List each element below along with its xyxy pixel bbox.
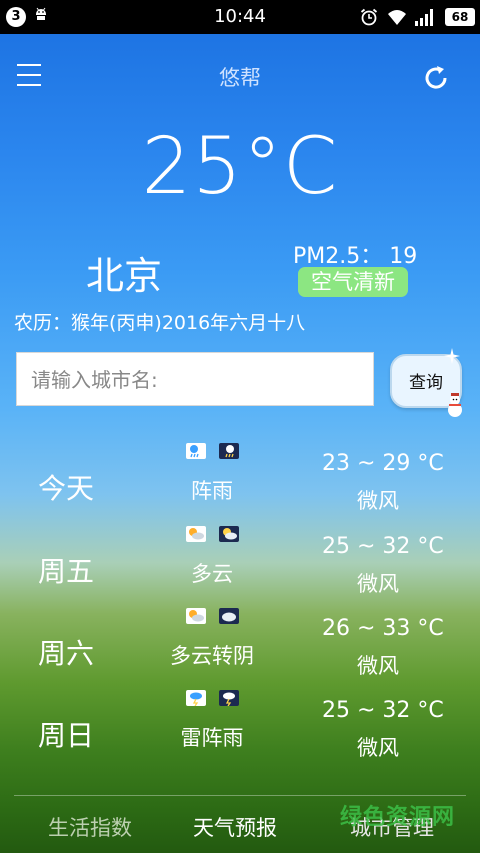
- forecast-day: 周日: [38, 719, 95, 752]
- app-title: 悠帮: [219, 66, 261, 90]
- forecast-wind: 微风: [357, 736, 399, 760]
- forecast-row-today: 今天 阵雨 23 ~ 29 °C 微风: [0, 443, 480, 525]
- forecast-row-fri: 周五 多云 25 ~ 32 °C 微风: [0, 526, 480, 608]
- battery-icon: 68: [445, 8, 475, 26]
- cloudy-icon: [186, 526, 206, 542]
- forecast-temp-range: 25 ~ 32 °C: [322, 698, 444, 723]
- thunderstorm-night-icon: [219, 690, 239, 706]
- forecast-day: 周六: [38, 637, 95, 670]
- sparkle-icon: [444, 348, 460, 364]
- forecast-row-sun: 周日 雷阵雨 25 ~ 32 °C 微风: [0, 690, 480, 772]
- shower-icon: [186, 443, 206, 459]
- bottom-nav-divider: [14, 795, 466, 796]
- lunar-date: 农历：猴年(丙申)2016年六月十八: [14, 312, 306, 334]
- forecast-condition: 阵雨: [191, 479, 233, 503]
- cloudy-icon: [186, 608, 206, 624]
- overcast-icon: [219, 608, 239, 624]
- forecast-row-sat: 周六 多云转阴 26 ~ 33 °C 微风: [0, 608, 480, 690]
- alarm-icon: [360, 8, 378, 26]
- forecast-day: 今天: [38, 472, 95, 505]
- air-quality-badge: 空气清新: [298, 267, 408, 297]
- thunderstorm-icon: [186, 690, 206, 706]
- watermark: 绿色资源网: [340, 805, 456, 830]
- refresh-icon[interactable]: [421, 63, 451, 93]
- forecast-temp-range: 26 ~ 33 °C: [322, 616, 444, 641]
- cloudy-night-icon: [219, 526, 239, 542]
- wifi-icon: [388, 10, 406, 25]
- signal-icon: [415, 9, 433, 26]
- tab-life-index[interactable]: 生活指数: [48, 812, 132, 842]
- city-search-input[interactable]: 请输入城市名:: [16, 352, 374, 406]
- forecast-condition: 多云转阴: [170, 644, 254, 668]
- shower-night-icon: [219, 443, 239, 459]
- forecast-temp-range: 23 ~ 29 °C: [322, 451, 444, 476]
- clock: 10:44: [214, 6, 266, 27]
- forecast-wind: 微风: [357, 489, 399, 513]
- forecast-condition: 雷阵雨: [180, 726, 244, 750]
- current-temperature: 25°C: [141, 122, 339, 212]
- snowman-icon: [448, 393, 462, 417]
- tab-weather-forecast[interactable]: 天气预报: [193, 812, 277, 842]
- city-name: 北京: [86, 254, 163, 298]
- status-bar: 3 10:44 68: [0, 0, 480, 34]
- forecast-wind: 微风: [357, 654, 399, 678]
- forecast-day: 周五: [38, 555, 95, 588]
- forecast-condition: 多云: [191, 562, 233, 586]
- forecast-temp-range: 25 ~ 32 °C: [322, 534, 444, 559]
- forecast-wind: 微风: [357, 572, 399, 596]
- pm25-reading: PM2.5： 19: [293, 244, 418, 269]
